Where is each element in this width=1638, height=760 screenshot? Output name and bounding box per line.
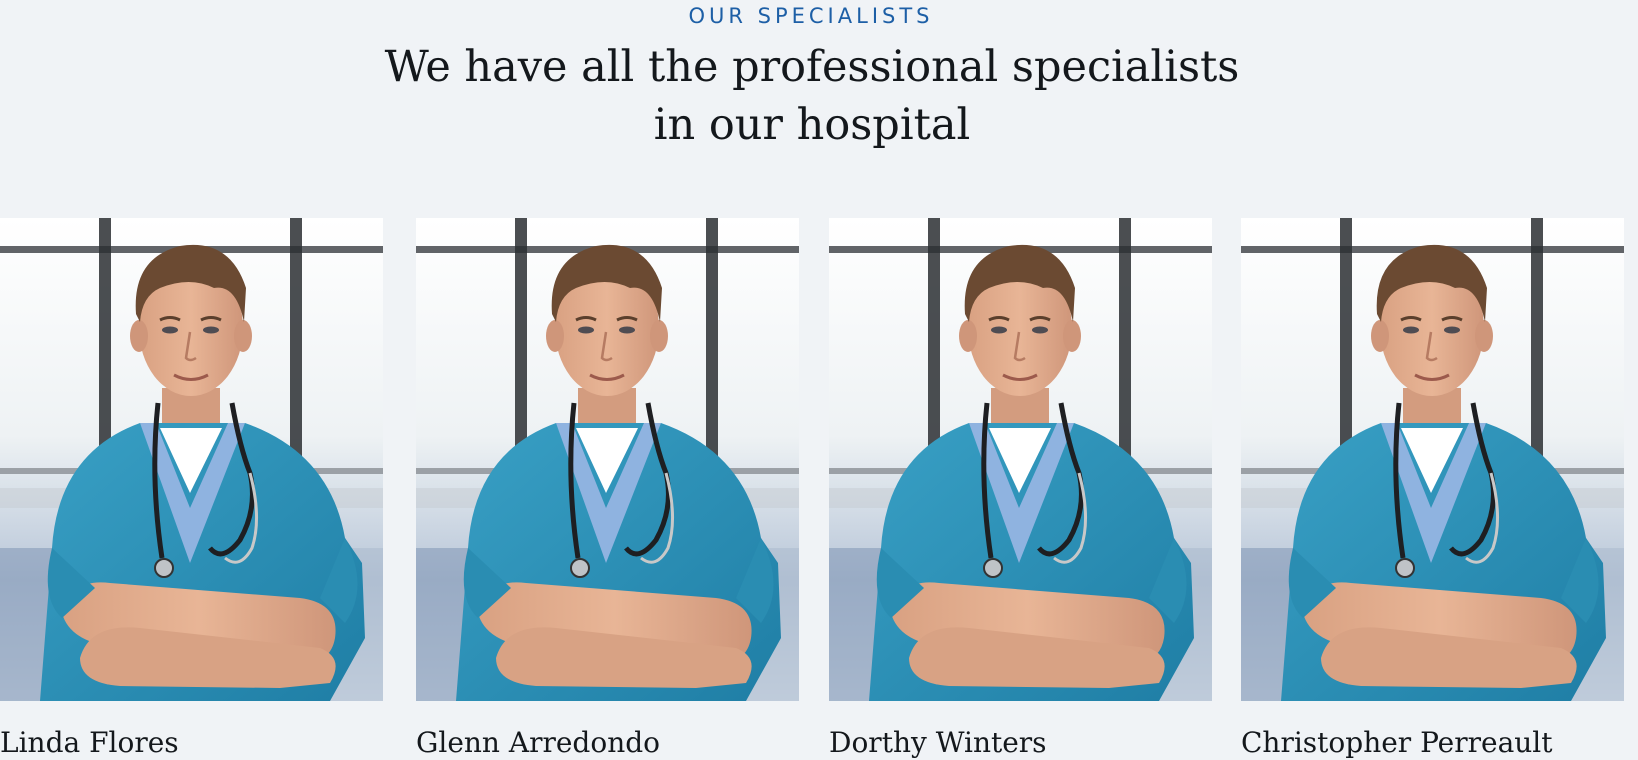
- specialist-photo[interactable]: [416, 218, 799, 701]
- specialist-name[interactable]: Linda Flores: [0, 724, 383, 760]
- section-headline: We have all the professional specialists…: [0, 38, 1624, 154]
- specialist-name[interactable]: Dorthy Winters: [829, 724, 1212, 760]
- doctor-photo-icon: [0, 218, 383, 701]
- specialist-card-1[interactable]: Glenn Arredondo: [416, 218, 799, 760]
- doctor-photo-icon: [1241, 218, 1624, 701]
- specialists-section: OUR SPECIALISTS We have all the professi…: [0, 0, 1638, 760]
- specialist-name[interactable]: Christopher Perreault: [1241, 724, 1624, 760]
- specialist-name[interactable]: Glenn Arredondo: [416, 724, 799, 760]
- specialist-photo[interactable]: [0, 218, 383, 701]
- specialist-card-3[interactable]: Christopher Perreault: [1241, 218, 1624, 760]
- specialist-card-4[interactable]: Linda Flores: [0, 218, 383, 760]
- headline-line-2: in our hospital: [653, 100, 971, 150]
- doctor-photo-icon: [416, 218, 799, 701]
- specialist-photo[interactable]: [1241, 218, 1624, 701]
- specialist-card-2[interactable]: Dorthy Winters: [829, 218, 1212, 760]
- specialist-photo[interactable]: [829, 218, 1212, 701]
- doctor-photo-icon: [829, 218, 1212, 701]
- headline-line-1: We have all the professional specialists: [384, 42, 1240, 92]
- section-eyebrow: OUR SPECIALISTS: [688, 4, 934, 28]
